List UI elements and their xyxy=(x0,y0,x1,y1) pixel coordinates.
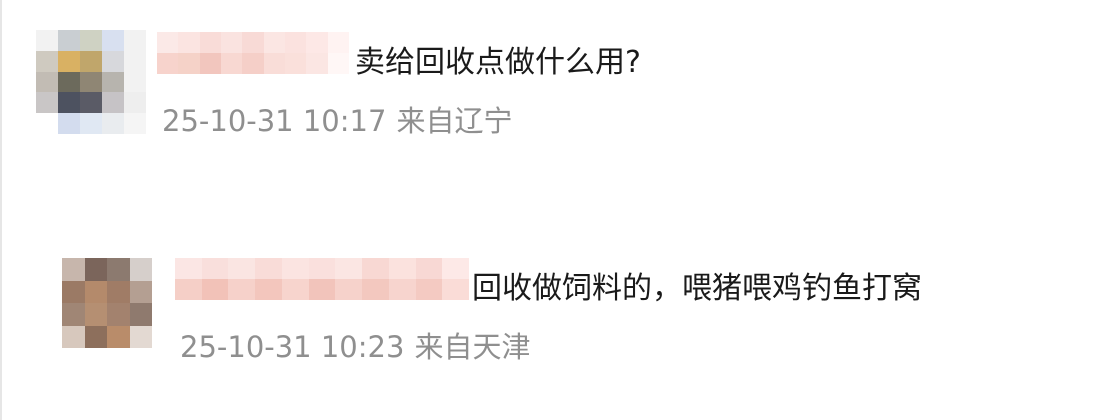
comment-date: 25-10-31 10:17 xyxy=(162,104,387,138)
comment-location: 来自天津 xyxy=(414,330,531,364)
comment-date: 25-10-31 10:23 xyxy=(180,330,405,364)
comment-meta: 25-10-31 10:23 来自天津 xyxy=(180,327,530,367)
username-pixelated[interactable] xyxy=(175,258,469,300)
comment-text: 回收做饲料的，喂猪喂鸡钓鱼打窝 xyxy=(472,271,922,306)
avatar-pixelated[interactable] xyxy=(36,30,146,134)
comment-meta: 25-10-31 10:17 来自辽宁 xyxy=(162,101,512,141)
comment-location: 来自辽宁 xyxy=(396,104,513,138)
comment-item-1: 卖给回收点做什么用? 25-10-31 10:17 来自辽宁 xyxy=(0,0,1118,140)
avatar-pixelated[interactable] xyxy=(62,258,152,348)
username-pixelated[interactable] xyxy=(157,32,349,74)
comment-item-2: 回收做饲料的，喂猪喂鸡钓鱼打窝 25-10-31 10:23 来自天津 xyxy=(0,230,1118,370)
comment-text: 卖给回收点做什么用? xyxy=(355,45,641,80)
